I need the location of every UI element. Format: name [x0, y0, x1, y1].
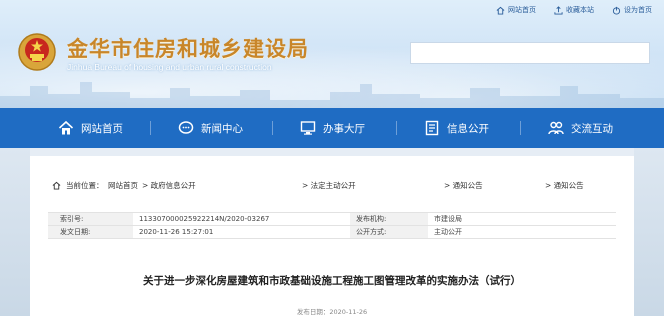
disclosure-method-key: 公开方式:: [350, 225, 428, 239]
index-number-key: 索引号:: [48, 212, 133, 226]
index-number-value: 113307000025922214N/2020-03267: [133, 212, 350, 226]
nav-item-service-hall[interactable]: 办事大厅: [300, 108, 365, 148]
skyline-decoration: [0, 82, 664, 108]
nav-divider: [520, 121, 521, 135]
top-link-sethome[interactable]: 设为首页: [612, 5, 652, 15]
breadcrumb-item[interactable]: > 通知公告: [545, 180, 584, 191]
nav-item-interaction[interactable]: 交流互动: [548, 108, 613, 148]
top-links: 网站首页 收藏本站 设为首页: [496, 5, 652, 15]
top-link-home[interactable]: 网站首页: [496, 5, 536, 15]
main-content: 当前位置： 网站首页 > 政府信息公开 > 法定主动公开 > 通知公告 > 通知…: [30, 156, 634, 316]
home-icon: [52, 181, 61, 190]
main-nav: 网站首页 新闻中心 办事大厅 信息公开 交流互动: [0, 108, 664, 148]
nav-item-news-label: 新闻中心: [201, 122, 243, 135]
chat-icon: [178, 121, 194, 134]
top-link-home-label: 网站首页: [508, 6, 536, 14]
issue-date-key: 发文日期:: [48, 225, 133, 239]
nav-item-news[interactable]: 新闻中心: [178, 108, 243, 148]
top-link-bookmark-label: 收藏本站: [566, 6, 594, 14]
breadcrumb-item[interactable]: > 政府信息公开: [142, 180, 196, 191]
issue-date-value: 2020-11-26 15:27:01: [133, 225, 350, 239]
document-info-table: 索引号: 113307000025922214N/2020-03267 发布机构…: [48, 212, 616, 239]
power-icon: [612, 6, 621, 15]
site-title: 金华市住房和城乡建设局: [67, 37, 309, 61]
national-emblem-icon: [18, 33, 56, 71]
breadcrumb-item[interactable]: > 通知公告: [444, 180, 483, 191]
nav-item-info-disclosure-label: 信息公开: [447, 122, 489, 135]
disclosure-method-value: 主动公开: [428, 225, 616, 239]
nav-item-home[interactable]: 网站首页: [58, 108, 123, 148]
publisher-key: 发布机构:: [350, 212, 428, 226]
home-icon: [58, 120, 74, 135]
nav-item-home-label: 网站首页: [81, 122, 123, 135]
table-row: 索引号: 113307000025922214N/2020-03267 发布机构…: [48, 212, 616, 226]
nav-item-service-hall-label: 办事大厅: [323, 122, 365, 135]
users-icon: [548, 121, 564, 135]
publisher-value: 市建设局: [428, 212, 616, 226]
breadcrumb-item[interactable]: 网站首页: [108, 180, 138, 191]
article-title: 关于进一步深化房屋建筑和市政基础设施工程施工图管理改革的实施办法（试行）: [143, 275, 521, 287]
site-header: 网站首页 收藏本站 设为首页 金华市住房和城乡建设局 Jinhua Bureau…: [0, 0, 664, 108]
breadcrumb: 当前位置： 网站首页 > 政府信息公开 > 法定主动公开 > 通知公告 > 通知…: [52, 180, 612, 194]
nav-divider: [150, 121, 151, 135]
home-icon: [496, 6, 505, 15]
side-background-left: [0, 148, 30, 316]
breadcrumb-prefix: 当前位置：: [66, 181, 104, 190]
table-row: 发文日期: 2020-11-26 15:27:01 公开方式: 主动公开: [48, 225, 616, 239]
search-input[interactable]: [410, 42, 650, 64]
nav-item-interaction-label: 交流互动: [571, 122, 613, 135]
top-link-bookmark[interactable]: 收藏本站: [554, 5, 594, 15]
nav-divider: [272, 121, 273, 135]
nav-divider: [396, 121, 397, 135]
monitor-icon: [300, 121, 316, 135]
breadcrumb-item[interactable]: > 法定主动公开: [302, 180, 356, 191]
site-subtitle: Jinhua Bureau of housing and urban rural…: [67, 62, 272, 72]
side-background-right: [634, 148, 664, 316]
document-icon: [425, 120, 439, 136]
star-icon: [554, 5, 563, 15]
nav-item-info-disclosure[interactable]: 信息公开: [424, 108, 489, 148]
publish-date: 发布日期：2020-11-26: [296, 308, 368, 316]
top-link-sethome-label: 设为首页: [624, 6, 652, 14]
